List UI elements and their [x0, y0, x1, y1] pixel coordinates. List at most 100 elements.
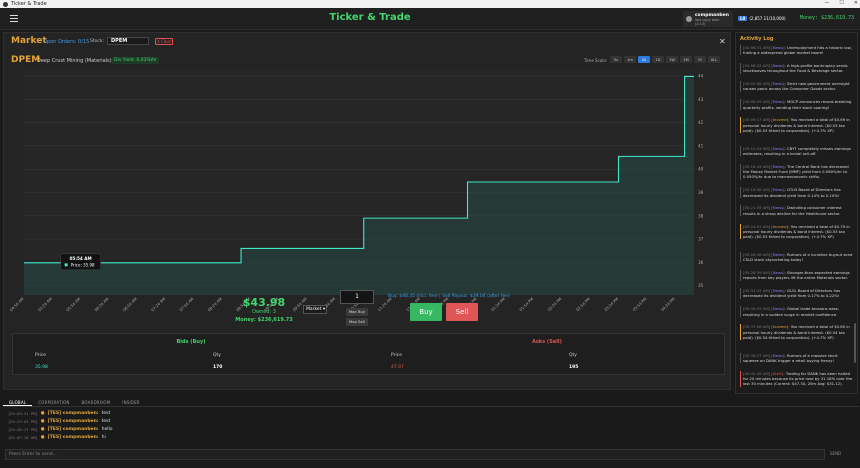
- chat-timestamp: [04:23:03 PM]: [8, 419, 38, 424]
- market-money: Money: $236,619.73: [235, 317, 293, 323]
- minimize-button[interactable]: —: [824, 0, 829, 6]
- send-button[interactable]: SEND: [830, 451, 841, 456]
- price-chart[interactable]: 35 36 37 38 39 40 41 42 43 44 04:54 AM 05:24 AM 05:5…: [4, 67, 732, 323]
- user-subtitle: lost copy bots (2:13): [694, 17, 720, 26]
- log-entry: [04:58:02 AM] [News]: A high-profile ban…: [740, 63, 853, 74]
- avatar: [686, 16, 692, 22]
- company-name: Deep Crust Mining (Materials): [37, 58, 112, 64]
- tab-boardroom[interactable]: BOARDROOM: [76, 398, 117, 406]
- clear-button[interactable]: X Clear: [155, 38, 174, 45]
- timescale-1h[interactable]: 1h: [638, 56, 650, 63]
- chat-input[interactable]: Press Enter to send...: [5, 449, 825, 460]
- asks-price-header: Price: [391, 353, 402, 358]
- user-card[interactable]: compmanben lost copy bots (2:13): [683, 11, 733, 27]
- log-entry: [04:56:31 AM] [News]: Unemployment hits …: [740, 45, 853, 56]
- open-orders-link[interactable]: Open Orders: 0/15: [43, 39, 89, 45]
- order-type-select[interactable]: Market ▾: [303, 305, 327, 314]
- chat-text: test: [101, 411, 111, 416]
- x-tick-label: 06:24 AM: [93, 296, 109, 312]
- y-tick-label: 40: [698, 167, 704, 172]
- x-tick-label: 07:24 AM: [150, 296, 166, 312]
- log-entry: [05:34:02 AM] [News]: Global trade tensi…: [740, 306, 853, 317]
- ticker-symbol: DPEM: [11, 55, 41, 65]
- x-tick-label: 05:54 AM: [65, 296, 81, 312]
- ask-qty: 195: [569, 365, 579, 370]
- app-icon: [3, 1, 8, 7]
- log-entry: [05:42:49 AM] [Alert]: Trading for DANK …: [740, 371, 853, 387]
- timescale-buttons: 5s 1m 1h 1D 1W 1M 1Y ALL: [610, 56, 720, 63]
- y-tick-label: 39: [698, 190, 704, 195]
- log-entry: [05:06:09 AM] [News]: MGCP announces rec…: [740, 99, 853, 110]
- tab-corporation[interactable]: CORPORATION: [32, 398, 75, 406]
- timescale-all[interactable]: ALL: [708, 56, 720, 63]
- x-tick-label: 04:54 AM: [8, 296, 24, 312]
- close-market-button[interactable]: ✕: [719, 37, 726, 46]
- close-window-button[interactable]: ✕: [854, 0, 858, 6]
- log-entry: [05:19:08 AM] [News]: GTLN Board of Dire…: [740, 187, 853, 198]
- timescale-label: Time Scale:: [584, 58, 608, 63]
- window-title: Ticker & Trade: [11, 1, 47, 7]
- x-tick-label: 02:54 PM: [575, 296, 591, 312]
- log-entry: [05:16:44 AM] [News]: The Central Bank h…: [740, 164, 853, 180]
- log-entry: [05:21:55 AM] [News]: Dwindling consumer…: [740, 205, 853, 216]
- tooltip-swatch: [64, 263, 68, 267]
- chat-tabs: GLOBAL CORPORATION BOARDROOM INSIDER: [3, 398, 859, 407]
- chat-message: [04:23:03 PM] ● [TES] compmanben: test: [8, 419, 110, 424]
- timescale-5s[interactable]: 5s: [610, 56, 622, 63]
- asks-qty-header: Qty: [569, 353, 577, 358]
- tab-insider[interactable]: INSIDER: [116, 398, 146, 406]
- level-label: L8: [738, 16, 748, 21]
- badge-icon: ●: [40, 427, 45, 432]
- owned-shares: Owned: 3: [252, 309, 276, 315]
- chat-timestamp: [04:30:17 PM]: [8, 427, 38, 432]
- log-entry: [05:37:06 AM] [Income]: You received a t…: [740, 324, 853, 340]
- tab-global[interactable]: GLOBAL: [3, 398, 33, 406]
- dividend-yield-badge: Div Yield: 0.03%/hr: [112, 57, 159, 64]
- activity-scrollbar[interactable]: [854, 323, 856, 363]
- badge-icon: ●: [40, 419, 45, 424]
- bid-price[interactable]: 35.98: [35, 365, 48, 370]
- market-panel: Market Open Orders: 0/15 Stock: DPEM X C…: [3, 32, 731, 390]
- timescale-1mo[interactable]: 1M: [680, 56, 692, 63]
- bid-qty: 170: [213, 365, 223, 370]
- timescale-1m[interactable]: 1m: [624, 56, 636, 63]
- chat-text: hello: [101, 427, 113, 432]
- max-buy-button[interactable]: Max Buy: [346, 308, 368, 316]
- chat-message: [04:03:31 PM] ● [TES] compmanben: test: [8, 411, 110, 416]
- quantity-input[interactable]: 1: [340, 290, 374, 304]
- x-tick-label: 05:24 AM: [37, 296, 53, 312]
- chat-message: [04:30:17 PM] ● [TES] compmanben: hello: [8, 427, 112, 432]
- order-book: Bids (Buy) Asks (Sell) Price Qty Price Q…: [12, 333, 725, 375]
- chevron-down-icon: ▾: [322, 307, 326, 312]
- chat-text: hi: [101, 435, 106, 440]
- chat-author[interactable]: [TES] compmanben:: [48, 419, 99, 424]
- chat-author[interactable]: [TES] compmanben:: [48, 427, 99, 432]
- header-money: Money: $236,619.73: [800, 15, 855, 21]
- chat-author[interactable]: [TES] compmanben:: [48, 411, 99, 416]
- log-entry: [05:31:15 AM] [News]: GLSL Board of Dire…: [740, 288, 853, 299]
- activity-log-title: Activity Log: [740, 36, 774, 42]
- sell-button[interactable]: Sell: [446, 303, 478, 321]
- timescale-1w[interactable]: 1W: [666, 56, 678, 63]
- window-titlebar: Ticker & Trade — ☐ ✕: [0, 0, 860, 8]
- buy-button[interactable]: Buy: [410, 303, 442, 321]
- max-sell-button[interactable]: Max Sell: [346, 318, 368, 326]
- window-controls: — ☐ ✕: [824, 0, 858, 6]
- log-entry: [05:24:02 AM] [Income]: You received a t…: [740, 223, 853, 240]
- timescale-1d[interactable]: 1D: [652, 56, 664, 63]
- timescale-1y[interactable]: 1Y: [694, 56, 706, 63]
- stock-input[interactable]: DPEM: [107, 37, 149, 45]
- order-type-value: Market: [306, 307, 322, 312]
- badge-icon: ●: [40, 411, 45, 416]
- y-tick-label: 41: [698, 143, 704, 148]
- x-tick-label: 04:24 PM: [660, 296, 676, 312]
- chat-timestamp: [04:03:31 PM]: [8, 411, 38, 416]
- current-price: $43.98: [242, 296, 286, 309]
- chat-messages: [04:03:31 PM] ● [TES] compmanben: test [04:…: [3, 409, 859, 447]
- chat-author[interactable]: [TES] compmanben:: [48, 435, 99, 440]
- ask-price[interactable]: 47.97: [391, 365, 404, 370]
- app-title: Ticker & Trade: [329, 12, 411, 23]
- maximize-button[interactable]: ☐: [839, 0, 843, 6]
- y-tick-label: 43: [698, 97, 704, 102]
- x-tick-label: 06:54 AM: [122, 296, 138, 312]
